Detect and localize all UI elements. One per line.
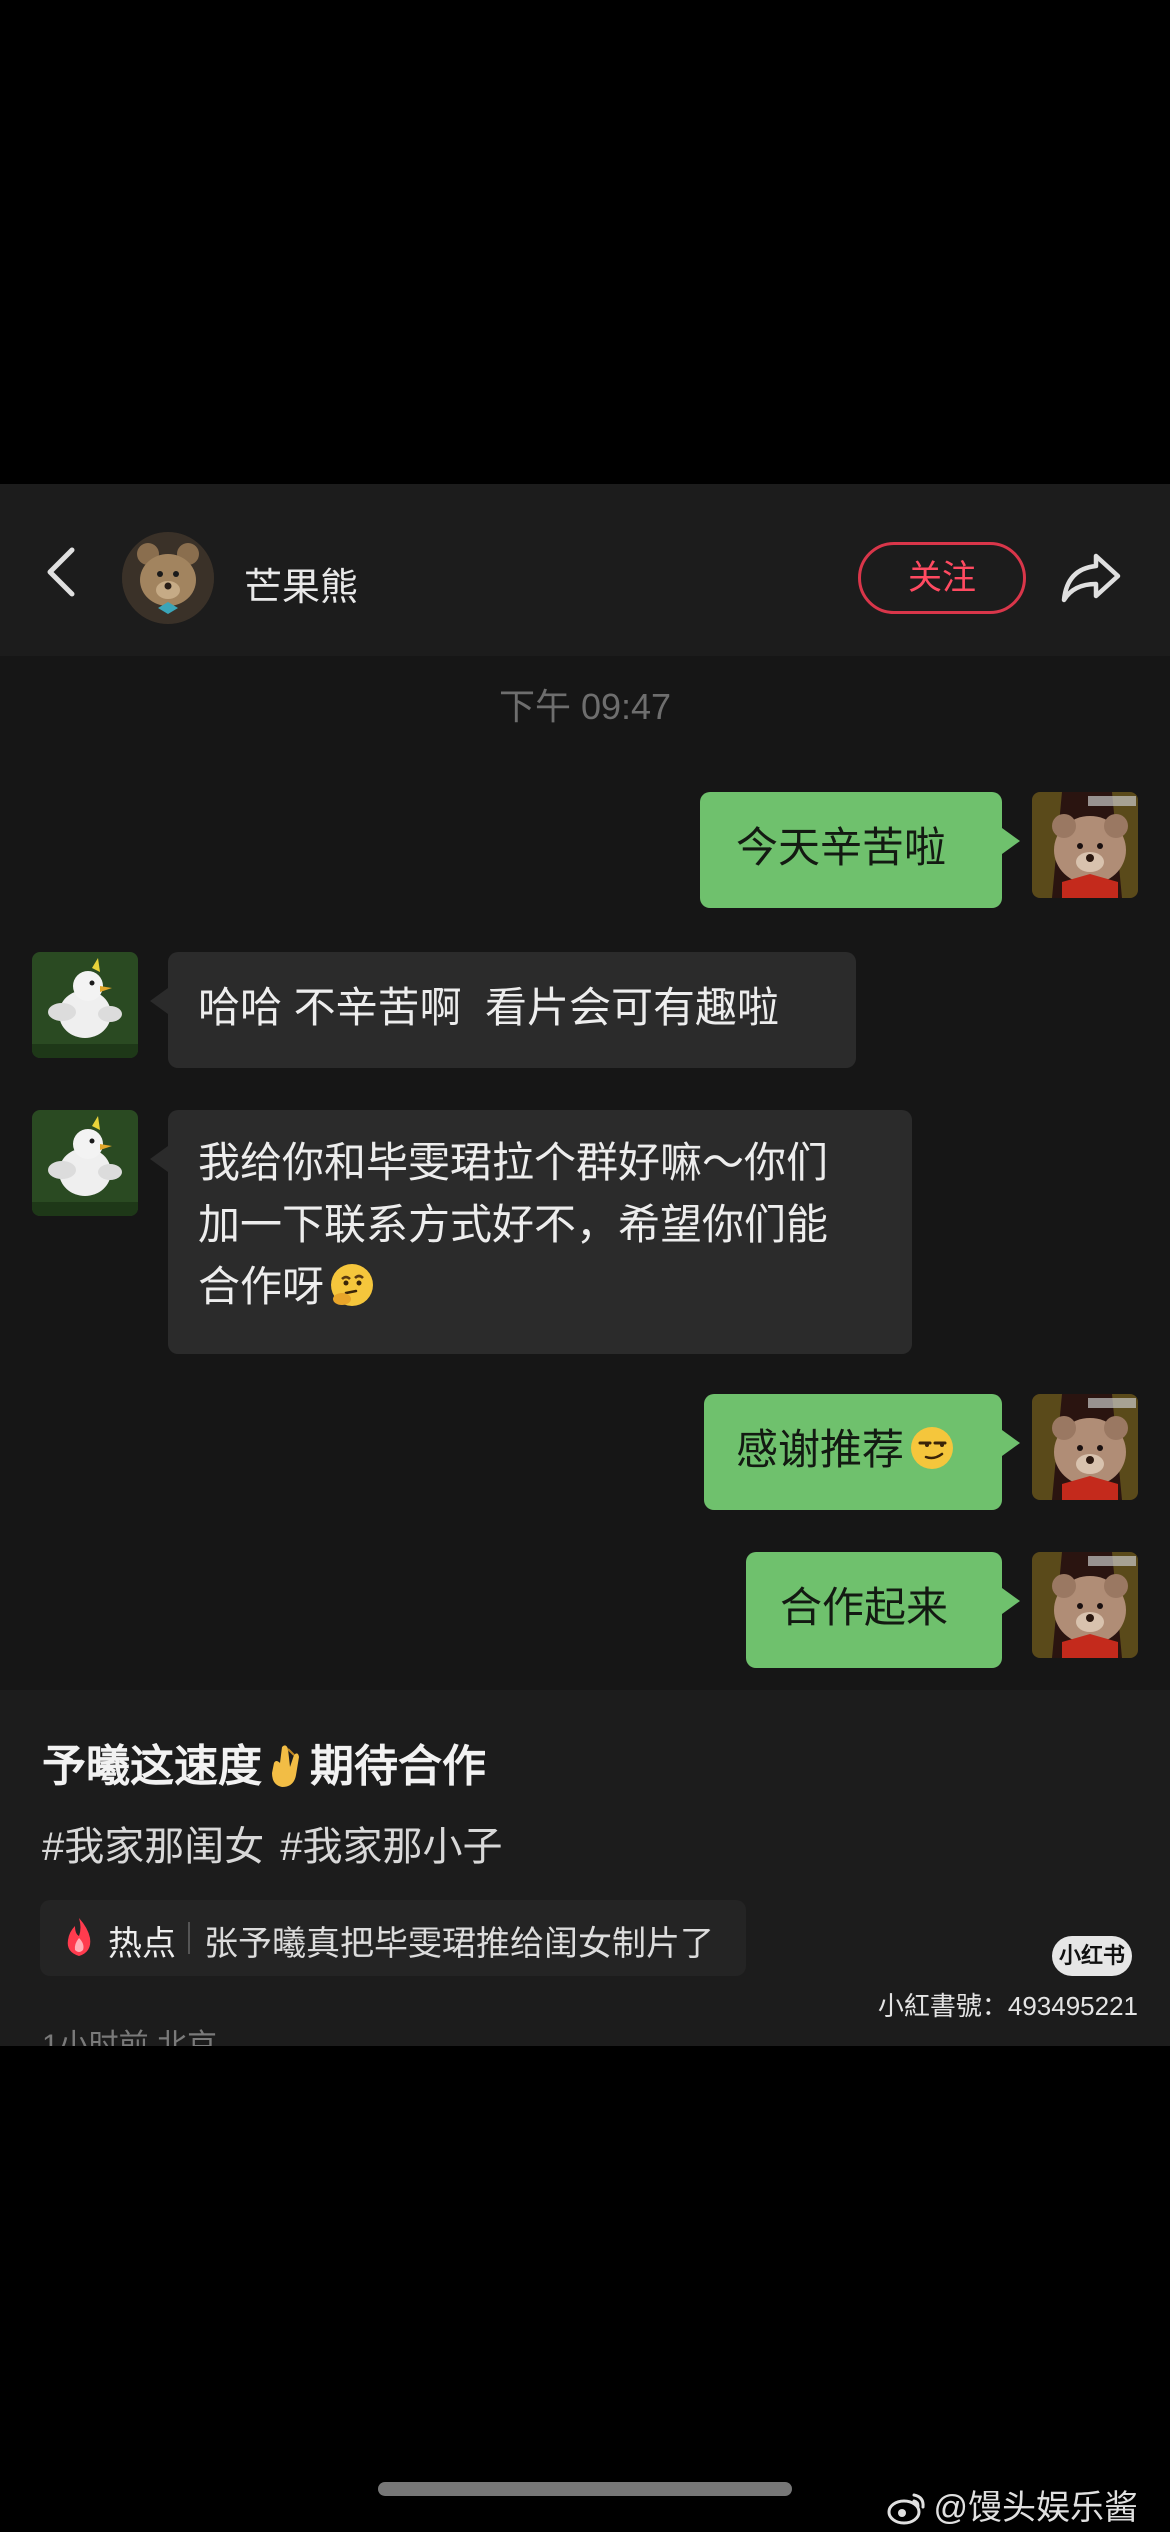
thinking-face-icon xyxy=(331,1264,374,1306)
message-text: 今天辛苦啦 xyxy=(736,824,947,871)
weibo-icon xyxy=(887,2493,926,2525)
smirk-face-icon xyxy=(911,1427,954,1469)
avatar[interactable] xyxy=(32,1110,138,1216)
xiaohongshu-logo: 小红书 xyxy=(1052,1936,1132,1976)
post-meta: 1小时前 北京 xyxy=(42,2029,218,2046)
post-title-text: 予曦这速度 xyxy=(42,1742,262,1791)
message-text-line: 合作呀 xyxy=(198,1263,325,1310)
avatar[interactable] xyxy=(1032,1394,1138,1500)
chat-username: 芒果熊 xyxy=(244,567,359,609)
message-bubble[interactable]: 感谢推荐 xyxy=(704,1394,1020,1510)
message-bubble[interactable]: 哈哈 不辛苦啊 看片会可有趣啦 xyxy=(150,952,856,1068)
hashtag[interactable]: #我家那闺女 xyxy=(42,1825,264,1869)
hot-topic-link[interactable]: 热点 张予曦真把毕雯珺推给闺女制片了 xyxy=(40,1900,746,1976)
back-icon[interactable] xyxy=(40,546,84,598)
avatar[interactable] xyxy=(1032,792,1138,898)
post-title-suffix: 期待合作 xyxy=(310,1742,486,1791)
watermark: @馒头娱乐酱 xyxy=(887,2480,1138,2529)
message-text: 哈哈 不辛苦啊 看片会可有趣啦 xyxy=(198,984,780,1031)
hot-topic-text: 张予曦真把毕雯珺推给闺女制片了 xyxy=(204,1925,714,1963)
hashtag[interactable]: #我家那小子 xyxy=(280,1825,502,1869)
message-bubble[interactable]: 我给你和毕雯珺拉个群好嘛～你们 加一下联系方式好不，希望你们能 合作呀 xyxy=(150,1110,912,1354)
share-icon[interactable] xyxy=(1058,544,1124,610)
watermark-text: @馒头娱乐酱 xyxy=(933,2489,1138,2527)
chat-header: 芒果熊 关注 xyxy=(0,484,1170,656)
message-text-line: 我给你和毕雯珺拉个群好嘛～你们 xyxy=(198,1139,829,1186)
message-text: 合作起来 xyxy=(780,1584,949,1631)
post-title: 予曦这速度 期待合作 xyxy=(42,1730,486,1794)
avatar[interactable] xyxy=(122,532,214,624)
message-text: 感谢推荐 xyxy=(736,1426,905,1473)
follow-button[interactable]: 关注 xyxy=(858,542,1026,614)
chat-timestamp: 下午 09:47 xyxy=(498,686,672,727)
message-bubble[interactable]: 今天辛苦啦 xyxy=(700,792,1020,908)
message-text-line: 加一下联系方式好不，希望你们能 xyxy=(198,1201,829,1248)
avatar[interactable] xyxy=(1032,1552,1138,1658)
fire-icon xyxy=(67,1918,91,1956)
avatar[interactable] xyxy=(32,952,138,1058)
crossed-fingers-icon xyxy=(272,1745,299,1787)
hashtag-list: #我家那闺女 #我家那小子 xyxy=(42,1814,519,1872)
hot-label: 热点 xyxy=(108,1925,176,1963)
xiaohongshu-id: 小紅書號：493495221 xyxy=(877,1991,1138,2021)
divider xyxy=(188,1922,190,1954)
message-bubble[interactable]: 合作起来 xyxy=(746,1552,1020,1668)
chat-screenshot: 芒果熊 关注 下午 09:47 今天辛苦啦 哈哈 不辛苦啊 看片会可有趣啦 我给… xyxy=(0,484,1170,2046)
home-indicator[interactable] xyxy=(378,2482,792,2496)
